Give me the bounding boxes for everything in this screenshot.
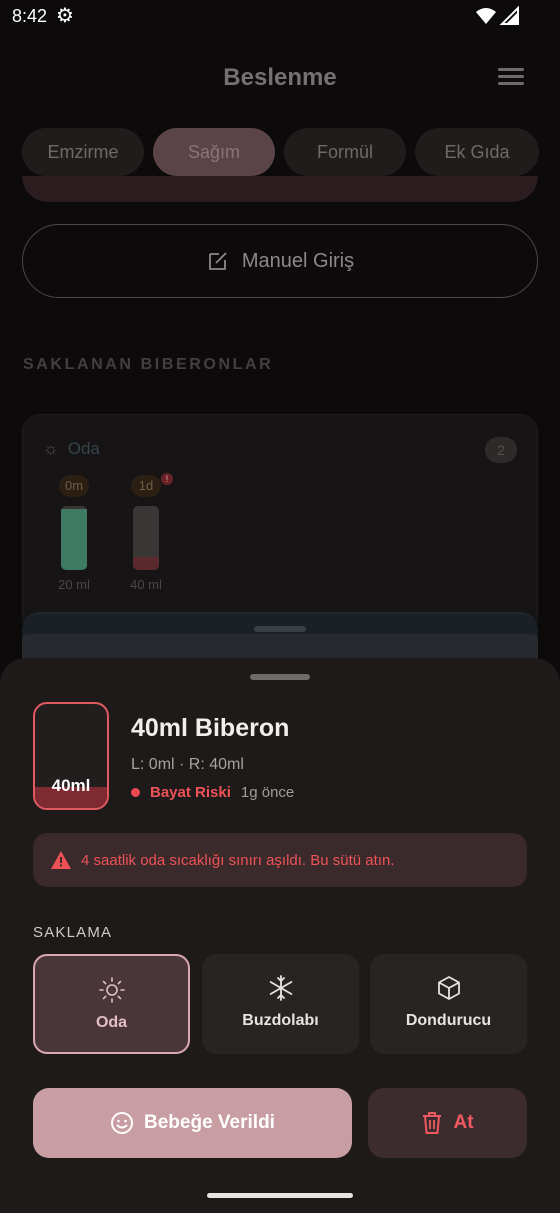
snowflake-icon — [269, 975, 292, 1001]
storage-option-label: Buzdolabı — [242, 1012, 319, 1029]
bottle-age: 1d — [131, 475, 161, 497]
tab-sagim[interactable]: Sağım — [153, 128, 275, 176]
smile-icon — [111, 1112, 134, 1134]
edit-icon — [208, 252, 227, 270]
time-ago: 1g önce — [240, 784, 295, 801]
bottle-volume: 20 ml — [58, 577, 90, 592]
storage-option-label: Oda — [95, 1014, 128, 1031]
home-indicator[interactable] — [207, 1193, 353, 1198]
pumping-card-edge — [22, 176, 538, 202]
status-bar: 8:42 ⚙ — [0, 0, 560, 34]
app-header: Beslenme — [0, 56, 560, 100]
bottle-detail-sheet: 40ml 40ml Biberon L: 0ml · R: 40ml Bayat… — [0, 658, 560, 1213]
bottle-count-badge: 2 — [485, 437, 517, 463]
storage-option-freezer[interactable]: Dondurucu — [370, 954, 527, 1054]
bottle-thumb-label: 40ml — [51, 776, 91, 795]
alert-text: 4 saatlik oda sıcaklığı sınırı aşıldı. B… — [81, 851, 395, 869]
tab-formul[interactable]: Formül — [284, 128, 406, 176]
storage-option-label: Dondurucu — [405, 1012, 492, 1029]
storage-card-header: ☼ Oda — [43, 439, 100, 459]
fed-to-baby-label: Bebeğe Verildi — [144, 1112, 275, 1133]
settings-gear-icon: ⚙ — [56, 5, 74, 27]
discard-label: At — [453, 1112, 474, 1133]
signal-wifi-icons — [476, 6, 519, 25]
sun-icon: ☼ — [43, 439, 59, 458]
bottle-fill — [133, 557, 159, 570]
storage-card-title: Oda — [67, 439, 100, 458]
expiry-alert: 4 saatlik oda sıcaklığı sınırı aşıldı. B… — [33, 833, 527, 887]
feeding-tabs: Emzirme Sağım Formül Ek Gıda — [22, 128, 542, 176]
menu-icon[interactable] — [498, 68, 524, 88]
manual-entry-button[interactable]: Manuel Giriş — [22, 224, 538, 298]
storage-option-fridge[interactable]: Buzdolabı — [202, 954, 359, 1054]
tab-ek-gida[interactable]: Ek Gıda — [415, 128, 539, 176]
status-dot — [131, 788, 140, 797]
sun-icon — [98, 977, 125, 1003]
warning-badge: ! — [161, 473, 173, 485]
bottle-body — [61, 506, 87, 570]
trash-icon — [423, 1112, 442, 1134]
cube-icon — [437, 976, 460, 1000]
bottle-item[interactable]: 1d ! 40 ml — [121, 473, 173, 592]
storage-option-room[interactable]: Oda — [33, 954, 190, 1054]
storage-card-room[interactable]: ☼ Oda 2 0m 20 ml 1d ! 40 ml — [22, 414, 538, 634]
bottle-status: Bayat Riski 1g önce — [131, 784, 294, 801]
bottle-age: 0m — [59, 475, 89, 497]
risk-label: Bayat Riski — [150, 784, 231, 801]
bottle-fill — [61, 509, 87, 570]
status-time: 8:42 — [12, 6, 48, 26]
storage-heading: SAKLAMA — [33, 924, 113, 941]
discard-button[interactable]: At — [368, 1088, 527, 1158]
manual-entry-label: Manuel Giriş — [241, 249, 355, 272]
tab-emzirme[interactable]: Emzirme — [22, 128, 144, 176]
bottle-body — [133, 506, 159, 570]
page-title: Beslenme — [223, 64, 337, 91]
stored-bottles-heading: SAKLANAN BIBERONLAR — [23, 356, 274, 373]
bottle-title: 40ml Biberon — [131, 714, 290, 742]
bottle-volume: 40 ml — [130, 577, 162, 592]
warning-icon — [51, 851, 71, 869]
bottle-thumbnail: 40ml — [33, 702, 109, 810]
bottle-item[interactable]: 0m 20 ml — [49, 475, 99, 592]
bottle-sides: L: 0ml · R: 40ml — [131, 756, 244, 773]
sheet-drag-handle[interactable] — [250, 674, 310, 680]
fed-to-baby-button[interactable]: Bebeğe Verildi — [33, 1088, 352, 1158]
